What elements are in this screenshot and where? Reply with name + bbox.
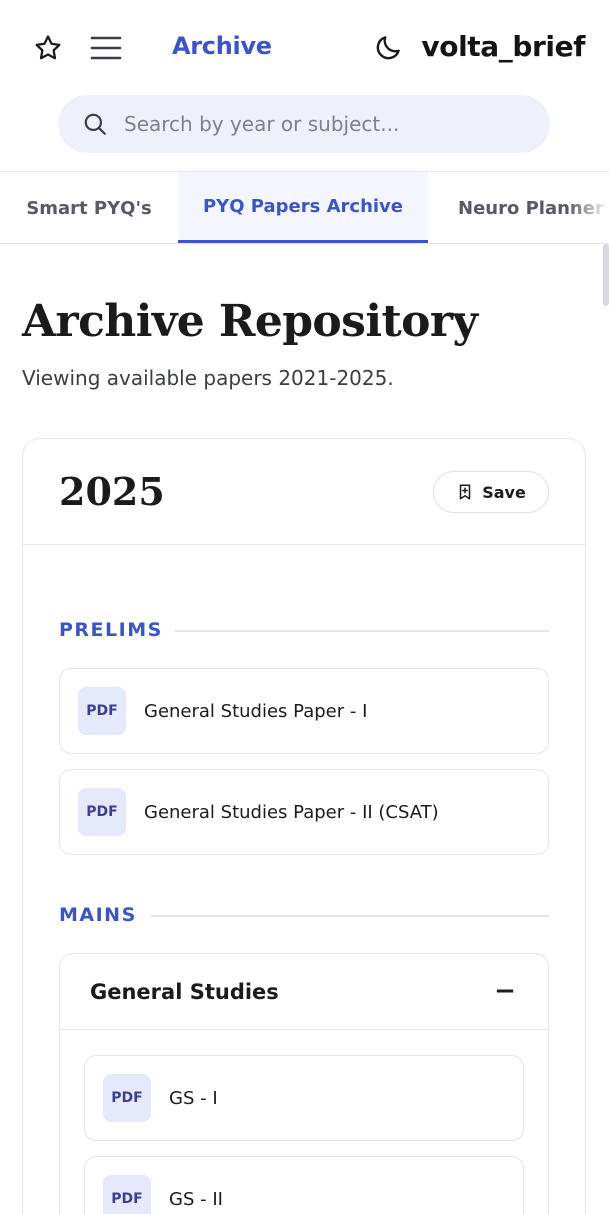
tab-overflow-fade [569,172,609,243]
prelims-heading: PRELIMS [59,619,163,641]
paper-name: GS - I [169,1087,218,1109]
paper-item[interactable]: PDF GS - I [84,1055,524,1141]
tab-smart-pyqs[interactable]: Smart PYQ's [0,172,178,243]
collapse-icon[interactable]: − [490,976,520,1006]
page-title: Archive Repository [22,296,478,347]
mains-divider [151,915,549,917]
prelims-divider [175,630,549,632]
search-icon [82,110,110,138]
accordion-title: General Studies [90,980,279,1004]
accordion-header[interactable]: General Studies − [60,954,548,1030]
tab-bar: Smart PYQ's PYQ Papers Archive Neuro Pla… [0,172,609,244]
paper-item[interactable]: PDF General Studies Paper - I [59,668,549,754]
year-card-header: 2025 Save [23,439,585,545]
moon-icon[interactable] [368,30,408,66]
pdf-icon: PDF [78,687,126,735]
header-title: Archive [172,32,272,60]
star-icon[interactable] [30,30,66,66]
paper-name: General Studies Paper - I [144,700,368,722]
bookmark-plus-icon [459,484,471,500]
brand-name: volta_brief [421,30,585,63]
app-header: Archive volta_brief [0,0,609,172]
page-subtitle: Viewing available papers 2021-2025. [22,366,394,390]
page-scrollbar[interactable] [603,244,609,306]
save-button-label: Save [482,482,526,502]
search-bar[interactable] [58,95,550,153]
paper-name: GS - II [169,1188,223,1210]
pdf-icon: PDF [103,1074,151,1122]
header-row: Archive volta_brief [0,22,609,74]
year-label: 2025 [59,469,165,514]
mains-heading: MAINS [59,904,137,926]
year-card: 2025 Save PRELIMS PDF General Studies Pa… [22,438,586,1214]
menu-icon[interactable] [86,30,126,66]
save-button[interactable]: Save [433,471,549,513]
general-studies-accordion: General Studies − PDF GS - I PDF GS - II [59,953,549,1214]
pdf-icon: PDF [78,788,126,836]
search-input[interactable] [124,112,504,136]
paper-name: General Studies Paper - II (CSAT) [144,801,439,823]
paper-item[interactable]: PDF General Studies Paper - II (CSAT) [59,769,549,855]
paper-item[interactable]: PDF GS - II [84,1156,524,1214]
pdf-icon: PDF [103,1175,151,1214]
tab-pyq-papers-archive[interactable]: PYQ Papers Archive [178,172,428,243]
